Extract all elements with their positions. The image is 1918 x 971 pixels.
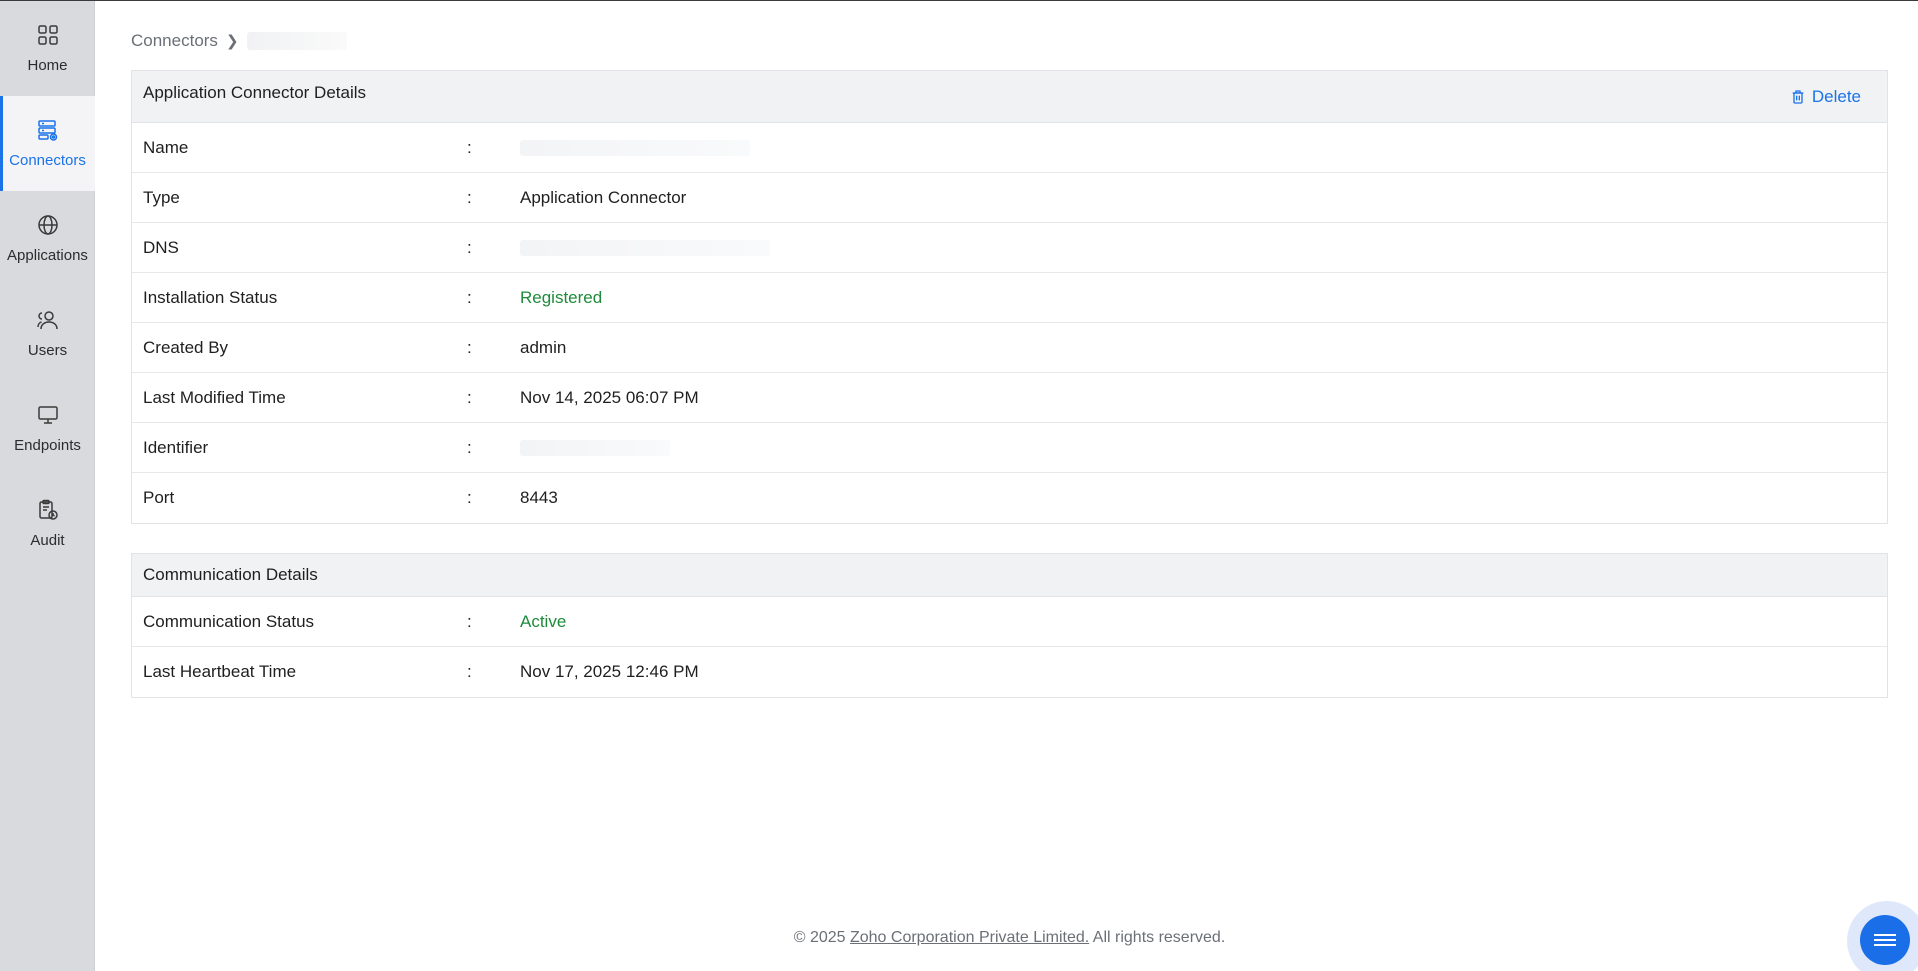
- detail-row-created-by: Created By : admin: [132, 323, 1887, 373]
- sidebar-item-home[interactable]: Home: [0, 1, 95, 96]
- users-icon: [36, 308, 60, 332]
- sidebar-item-applications[interactable]: Applications: [0, 191, 95, 286]
- breadcrumb-current-redacted: [246, 32, 347, 50]
- row-separator: :: [467, 437, 472, 457]
- row-label: Installation Status: [143, 287, 278, 307]
- row-label: Port: [143, 488, 175, 507]
- row-separator: :: [467, 488, 472, 507]
- sidebar-item-label: Connectors: [9, 152, 86, 169]
- grid-icon: [36, 23, 60, 47]
- detail-row-dns: DNS :: [132, 223, 1887, 273]
- panel-header: Communication Details: [132, 554, 1887, 597]
- row-separator: :: [467, 611, 472, 631]
- sidebar-item-label: Applications: [7, 247, 88, 264]
- monitor-icon: [36, 403, 60, 427]
- sidebar-item-label: Audit: [30, 532, 65, 549]
- sidebar-item-label: Home: [27, 57, 68, 74]
- sidebar-item-audit[interactable]: Audit: [0, 476, 95, 571]
- row-separator: :: [467, 237, 472, 257]
- row-value: Nov 14, 2025 06:07 PM: [520, 387, 699, 407]
- detail-row-last-heartbeat: Last Heartbeat Time : Nov 17, 2025 12:46…: [132, 647, 1887, 697]
- row-value: 8443: [520, 488, 558, 507]
- main-content: Connectors ❯ Application Connector Detai…: [131, 0, 1888, 971]
- globe-icon: [36, 213, 60, 237]
- footer-company-link[interactable]: Zoho Corporation Private Limited.: [850, 929, 1089, 946]
- breadcrumb: Connectors ❯: [131, 31, 347, 51]
- detail-row-installation-status: Installation Status : Registered: [132, 273, 1887, 323]
- row-value-redacted: [520, 439, 670, 456]
- detail-row-name: Name :: [132, 123, 1887, 173]
- row-value: Nov 17, 2025 12:46 PM: [520, 662, 699, 681]
- sidebar-item-endpoints[interactable]: Endpoints: [0, 381, 95, 476]
- status-value: Active: [520, 611, 567, 631]
- row-label: Created By: [143, 337, 229, 357]
- sidebar: Home Connectors Applications Users Endpo…: [0, 1, 95, 971]
- row-value: Application Connector: [520, 187, 687, 207]
- detail-row-identifier: Identifier :: [132, 423, 1887, 473]
- hamburger-icon: [1874, 931, 1896, 949]
- row-label: Identifier: [143, 437, 209, 457]
- footer-rights: All rights reserved.: [1089, 929, 1226, 946]
- row-value-redacted: [520, 139, 750, 156]
- row-value-redacted: [520, 239, 770, 256]
- delete-button[interactable]: Delete: [1790, 87, 1861, 107]
- detail-row-type: Type : Application Connector: [132, 173, 1887, 223]
- breadcrumb-connectors-link[interactable]: Connectors: [131, 31, 218, 51]
- panel-header: Application Connector Details Delete: [132, 71, 1887, 123]
- row-label: Name: [143, 137, 189, 157]
- trash-icon: [1792, 89, 1804, 104]
- row-separator: :: [467, 287, 472, 307]
- sidebar-item-label: Endpoints: [14, 437, 81, 454]
- row-separator: :: [467, 137, 472, 157]
- row-value: admin: [520, 337, 567, 357]
- connector-details-panel: Application Connector Details Delete Nam…: [131, 70, 1888, 524]
- panel-title: Application Connector Details: [143, 82, 367, 102]
- row-separator: :: [467, 662, 472, 681]
- menu-fab-button[interactable]: [1860, 915, 1910, 965]
- sidebar-item-users[interactable]: Users: [0, 286, 95, 381]
- footer: © 2025 Zoho Corporation Private Limited.…: [131, 929, 1888, 947]
- detail-row-last-modified: Last Modified Time : Nov 14, 2025 06:07 …: [132, 373, 1887, 423]
- row-label: Last Heartbeat Time: [143, 662, 297, 681]
- row-separator: :: [467, 187, 472, 207]
- chevron-right-icon: ❯: [225, 33, 239, 50]
- communication-details-panel: Communication Details Communication Stat…: [131, 553, 1888, 698]
- detail-row-communication-status: Communication Status : Active: [132, 597, 1887, 647]
- row-separator: :: [467, 337, 472, 357]
- row-label: Last Modified Time: [143, 387, 286, 407]
- row-label: DNS: [143, 237, 179, 257]
- delete-label: Delete: [1811, 86, 1861, 106]
- clipboard-clock-icon: [36, 498, 60, 522]
- sidebar-item-label: Users: [27, 342, 68, 359]
- sidebar-item-connectors[interactable]: Connectors: [0, 96, 95, 191]
- footer-copyright: © 2025: [793, 929, 850, 946]
- row-label: Type: [143, 187, 180, 207]
- server-gear-icon: [36, 118, 60, 142]
- status-value: Registered: [520, 287, 603, 307]
- detail-row-port: Port : 8443: [132, 473, 1887, 523]
- row-separator: :: [467, 387, 472, 407]
- row-label: Communication Status: [143, 611, 315, 631]
- panel-title: Communication Details: [143, 565, 318, 584]
